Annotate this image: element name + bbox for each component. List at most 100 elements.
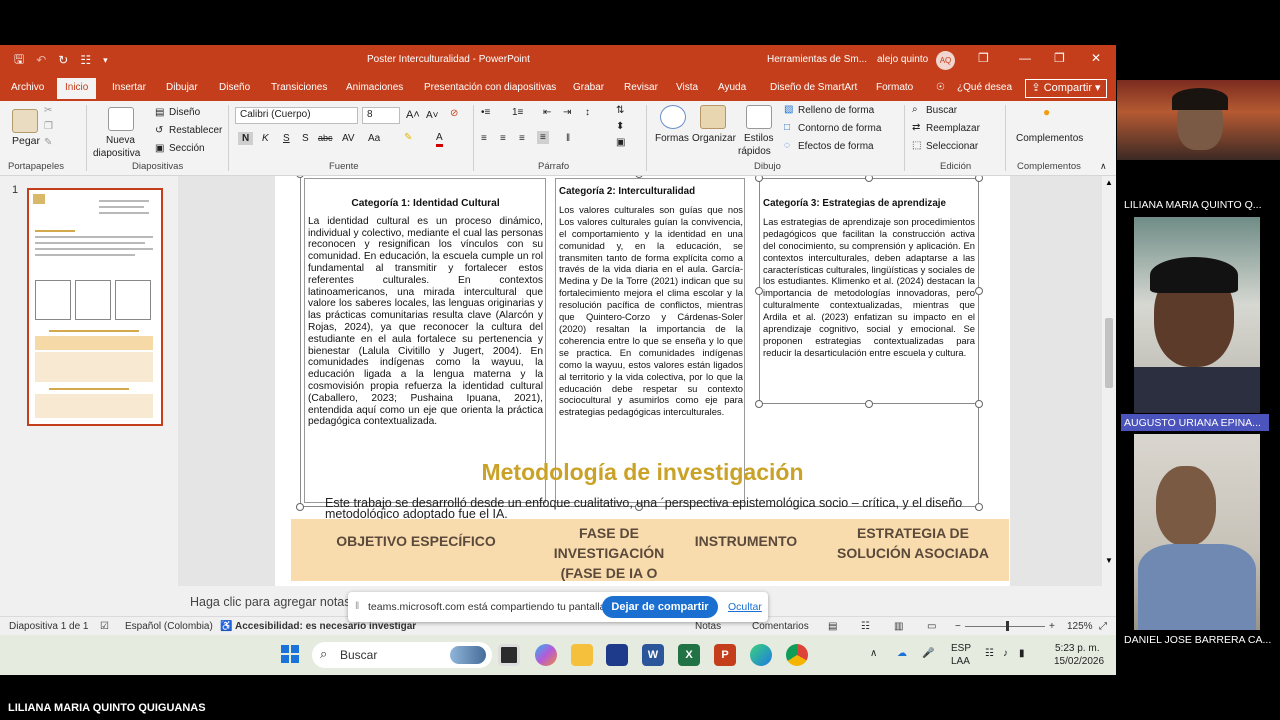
new-slide-button[interactable]: Nueva — [106, 135, 135, 146]
text-direction-icon[interactable]: ⇅ — [616, 105, 624, 116]
font-color-icon[interactable]: A — [436, 132, 443, 147]
scroll-up-icon[interactable]: ▲ — [1105, 178, 1113, 187]
underline-icon[interactable]: S — [283, 133, 290, 144]
reset-button[interactable]: Restablecer — [169, 125, 222, 136]
volume-icon[interactable]: ♪ — [1003, 648, 1008, 659]
store-icon[interactable] — [606, 644, 628, 666]
reading-view-icon[interactable]: ▥ — [894, 621, 903, 632]
shadow-icon[interactable]: S — [302, 133, 309, 144]
user-name[interactable]: alejo quinto — [877, 54, 928, 65]
tab-grabar[interactable]: Grabar — [573, 82, 604, 93]
replace-button[interactable]: Reemplazar — [926, 123, 980, 134]
bold-icon[interactable]: N — [238, 132, 254, 145]
tray-overflow-icon[interactable]: ∧ — [870, 648, 877, 659]
slideshow-icon[interactable]: ▭ — [927, 621, 936, 632]
shape-fill-button[interactable]: Relleno de forma — [798, 105, 874, 116]
category-3[interactable]: Categoría 3: Estrategias de aprendizaje … — [763, 198, 975, 359]
tab-transiciones[interactable]: Transiciones — [271, 82, 327, 93]
chrome-icon[interactable] — [786, 644, 808, 666]
add-ins-button[interactable]: Complementos — [1016, 133, 1083, 144]
change-case-icon[interactable]: Aa — [368, 133, 380, 144]
align-center-icon[interactable]: ≡ — [500, 133, 506, 144]
slide-canvas[interactable]: Categoría 1: Identidad Cultural La ident… — [275, 176, 1010, 586]
find-button[interactable]: Buscar — [926, 105, 957, 116]
add-ins-icon[interactable]: ● — [1043, 105, 1050, 119]
zoom-level[interactable]: 125% — [1067, 621, 1093, 632]
zoom-out-icon[interactable]: − — [955, 621, 961, 632]
tab-insertar[interactable]: Insertar — [112, 82, 146, 93]
resize-handle[interactable] — [755, 287, 763, 295]
accessibility-status[interactable]: Accesibilidad: es necesario investigar — [235, 621, 416, 632]
increase-indent-icon[interactable]: ⇥ — [563, 107, 571, 118]
paste-icon[interactable] — [12, 109, 38, 133]
taskbar-search[interactable]: ⌕ Buscar — [312, 642, 492, 668]
tab-archivo[interactable]: Archivo — [11, 82, 44, 93]
new-slide-icon[interactable] — [108, 107, 134, 131]
align-right-icon[interactable]: ≡ — [519, 133, 525, 144]
microphone-icon[interactable]: 🎤 — [922, 648, 934, 659]
tab-dibujar[interactable]: Dibujar — [166, 82, 198, 93]
grow-font-icon[interactable]: A˄ — [406, 109, 420, 121]
participant-video[interactable] — [1117, 80, 1280, 160]
stop-sharing-button[interactable]: Dejar de compartir — [602, 596, 718, 618]
participant-video[interactable] — [1134, 434, 1260, 630]
drag-handle-icon[interactable]: ‖ — [355, 600, 359, 612]
task-view-icon[interactable] — [498, 644, 520, 666]
redo-icon[interactable]: ↻ — [58, 53, 68, 67]
fill-icon[interactable]: ▧ — [784, 104, 793, 115]
avatar[interactable]: AQ — [936, 51, 955, 70]
spelling-icon[interactable]: ☑ — [100, 621, 109, 632]
file-explorer-icon[interactable] — [571, 644, 593, 666]
tab-inicio[interactable]: Inicio — [57, 78, 97, 99]
scrollbar-thumb[interactable] — [1105, 318, 1113, 388]
shape-outline-button[interactable]: Contorno de forma — [798, 123, 881, 134]
save-icon[interactable]: 🖫 — [14, 50, 24, 71]
zoom-slider[interactable] — [965, 626, 1045, 627]
italic-icon[interactable]: K — [262, 133, 269, 144]
replace-icon[interactable]: ⇄ — [912, 122, 920, 133]
font-size-select[interactable]: 8 — [362, 107, 400, 124]
quick-styles-icon[interactable] — [746, 105, 772, 129]
line-spacing-icon[interactable]: ↕ — [585, 107, 590, 118]
tab-ayuda[interactable]: Ayuda — [718, 82, 746, 93]
zoom-slider-thumb[interactable] — [1006, 621, 1009, 631]
new-slide-label-2[interactable]: diapositiva — [93, 148, 140, 159]
present-icon[interactable]: ☷ — [80, 53, 91, 67]
participant-video[interactable] — [1134, 217, 1260, 413]
shapes-icon[interactable] — [660, 105, 686, 129]
excel-icon[interactable]: X — [678, 644, 700, 666]
format-painter-icon[interactable]: ✎ — [44, 137, 52, 148]
scroll-down-icon[interactable]: ▼ — [1105, 556, 1113, 565]
shrink-font-icon[interactable]: A˅ — [426, 110, 439, 121]
bullets-icon[interactable]: •≡ — [481, 107, 490, 118]
language-status[interactable]: Español (Colombia) — [125, 621, 213, 632]
tab-diseno-smartart[interactable]: Diseño de SmartArt — [770, 82, 857, 93]
resize-handle[interactable] — [975, 176, 983, 182]
quick-styles-label-2[interactable]: rápidos — [738, 146, 771, 157]
justify-icon[interactable]: ≡ — [537, 131, 549, 144]
align-text-icon[interactable]: ⬍ — [616, 121, 624, 132]
windows-start-icon[interactable] — [281, 645, 299, 663]
font-name-select[interactable]: Calibri (Cuerpo) — [235, 107, 358, 124]
align-left-icon[interactable]: ≡ — [481, 133, 487, 144]
tab-formato[interactable]: Formato — [876, 82, 913, 93]
clock-date[interactable]: 15/02/2026 — [1054, 656, 1104, 667]
ribbon-display-icon[interactable]: ❐ — [978, 51, 989, 65]
layout-icon[interactable]: ▤ — [155, 107, 164, 118]
undo-icon[interactable]: ↶ — [36, 53, 46, 67]
wifi-icon[interactable]: ☷ — [985, 648, 994, 659]
resize-handle[interactable] — [975, 287, 983, 295]
clear-format-icon[interactable]: ⊘ — [450, 108, 458, 119]
reset-icon[interactable]: ↺ — [155, 125, 163, 136]
notes-toggle[interactable]: Notas — [695, 621, 721, 632]
numbering-icon[interactable]: 1≡ — [512, 107, 523, 118]
sorter-view-icon[interactable]: ☷ — [861, 621, 870, 632]
section-icon[interactable]: ▣ — [155, 143, 164, 154]
search-icon[interactable]: ⌕ — [912, 104, 918, 115]
spacing-icon[interactable]: AV — [342, 133, 355, 144]
highlight-icon[interactable]: ✎ — [404, 132, 412, 143]
arrange-icon[interactable] — [700, 105, 726, 129]
restore-icon[interactable]: ❐ — [1054, 51, 1065, 65]
effects-icon[interactable]: ◌ — [784, 140, 790, 151]
edge-icon[interactable] — [750, 644, 772, 666]
